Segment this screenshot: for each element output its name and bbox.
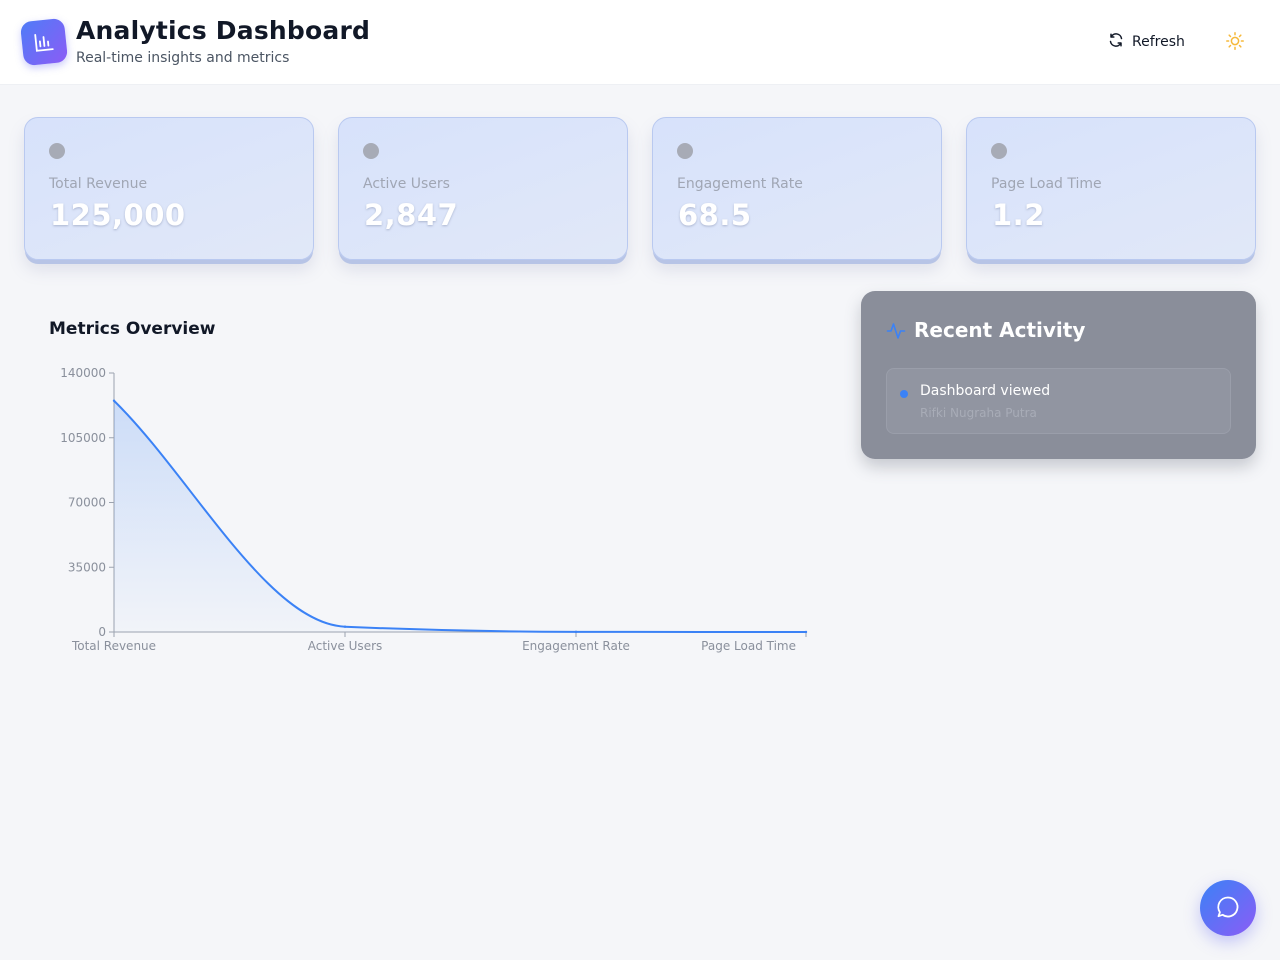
y-tick-label: 105000 <box>60 431 106 445</box>
sun-icon <box>1225 31 1245 54</box>
y-tick-label: 35000 <box>68 560 106 574</box>
theme-toggle-button[interactable] <box>1218 26 1252 58</box>
data-point <box>574 630 578 634</box>
area-fill <box>114 400 806 632</box>
stat-value: 1.2 <box>992 198 1045 232</box>
activity-event: Dashboard viewed <box>920 383 1051 399</box>
x-tick-label: Engagement Rate <box>522 639 630 653</box>
activity-title: Recent Activity <box>914 318 1086 342</box>
y-tick-label: 140000 <box>60 366 106 380</box>
activity-bullet-icon <box>900 390 908 398</box>
stat-label: Page Load Time <box>991 176 1102 192</box>
chat-bubble-icon <box>1215 894 1241 923</box>
refresh-label: Refresh <box>1132 34 1185 50</box>
activity-pulse-icon <box>886 321 906 345</box>
x-tick-label: Active Users <box>308 639 383 653</box>
refresh-button[interactable]: Refresh <box>1094 26 1200 58</box>
recent-activity-panel: Recent Activity Dashboard viewed Rifki N… <box>861 291 1256 459</box>
y-tick-label: 0 <box>98 625 106 639</box>
activity-item[interactable]: Dashboard viewed Rifki Nugraha Putra <box>886 368 1231 434</box>
data-point <box>804 630 808 634</box>
data-point <box>343 625 347 628</box>
metrics-chart: 0 35000 70000 105000 140000 Total Revenue Acti… <box>60 366 808 653</box>
x-tick-label: Page Load Time <box>701 639 796 653</box>
stat-card-page-load-time: Page Load Time 1.2 <box>966 117 1256 260</box>
stat-indicator-icon <box>991 143 1007 159</box>
data-point <box>112 399 116 402</box>
activity-user: Rifki Nugraha Putra <box>920 406 1037 420</box>
chat-button[interactable] <box>1200 880 1256 936</box>
y-tick-label: 70000 <box>68 496 106 510</box>
x-tick-label: Total Revenue <box>71 639 156 653</box>
refresh-icon <box>1108 32 1124 52</box>
